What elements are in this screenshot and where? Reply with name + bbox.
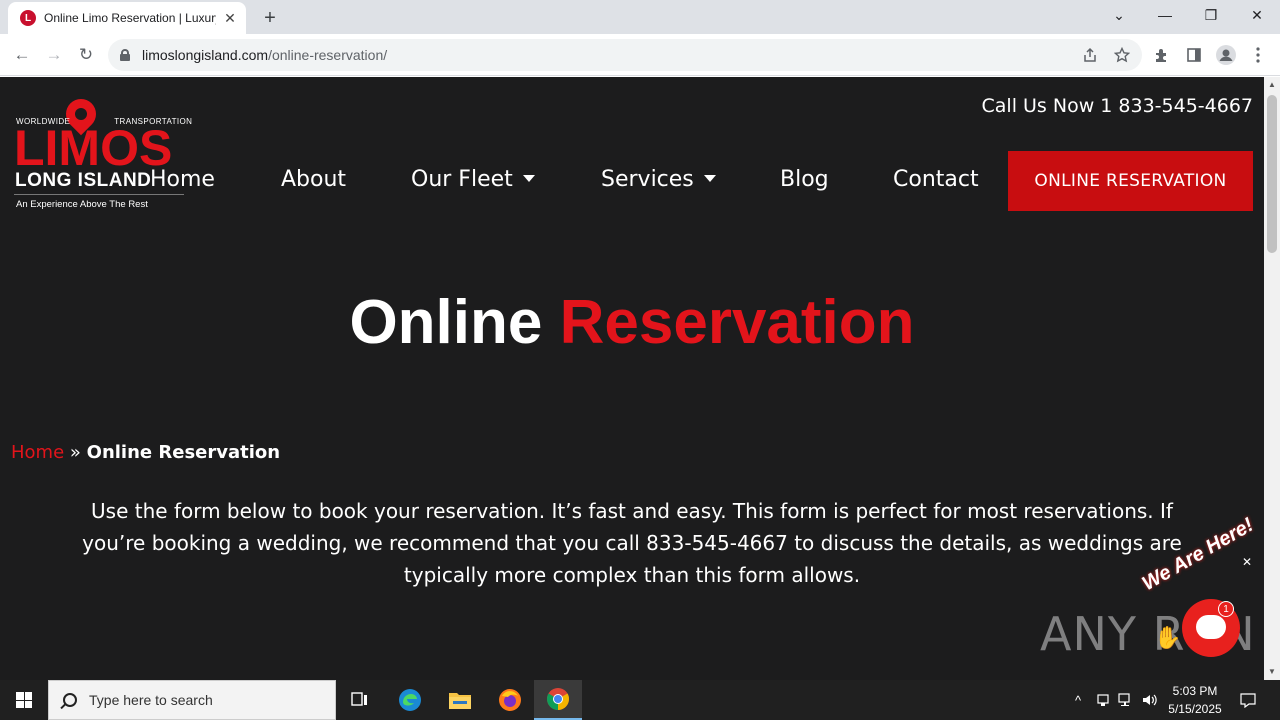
show-hidden-icons-icon[interactable]: ^ bbox=[1068, 680, 1088, 720]
breadcrumb-home-link[interactable]: Home bbox=[11, 442, 64, 463]
page-scrollbar[interactable]: ▲ ▼ bbox=[1264, 77, 1280, 680]
network-icon[interactable] bbox=[1116, 680, 1136, 720]
new-tab-button[interactable]: + bbox=[258, 6, 282, 30]
restore-button[interactable]: ❐ bbox=[1188, 0, 1234, 30]
extensions-icon[interactable] bbox=[1149, 42, 1175, 68]
close-tab-icon[interactable]: ✕ bbox=[222, 10, 238, 26]
bookmark-star-icon[interactable] bbox=[1112, 45, 1132, 65]
notifications-icon[interactable] bbox=[1236, 680, 1260, 720]
call-us-link[interactable]: Call Us Now 1 833-545-4667 bbox=[982, 95, 1254, 117]
side-panel-icon[interactable] bbox=[1181, 42, 1207, 68]
logo-main-text: LIMOS bbox=[14, 120, 173, 176]
web-page: WORLDWIDE TRANSPORTATION LIMOS LONG ISLAN… bbox=[0, 77, 1264, 680]
clock-time: 5:03 PM bbox=[1172, 684, 1218, 698]
scroll-down-icon[interactable]: ▼ bbox=[1268, 667, 1276, 676]
intro-paragraph: Use the form below to book your reservat… bbox=[82, 499, 1182, 587]
menu-kebab-icon[interactable] bbox=[1245, 42, 1271, 68]
minimize-button[interactable]: — bbox=[1142, 0, 1188, 30]
close-window-button[interactable]: ✕ bbox=[1234, 0, 1280, 30]
firefox-icon[interactable] bbox=[486, 680, 534, 720]
file-explorer-icon[interactable] bbox=[436, 680, 484, 720]
browser-toolbar: ← → ↻ limoslongisland.com/online-reserva… bbox=[0, 34, 1280, 76]
address-bar[interactable]: limoslongisland.com/online-reservation/ bbox=[108, 39, 1142, 71]
tab-title: Online Limo Reservation | Luxury bbox=[44, 11, 216, 25]
waving-hand-icon: ✋ bbox=[1154, 625, 1182, 650]
tab-search-button[interactable]: ⌄ bbox=[1096, 0, 1142, 30]
chevron-down-icon bbox=[703, 174, 716, 182]
windows-logo-icon bbox=[16, 692, 32, 708]
url-path: /online-reservation/ bbox=[268, 47, 388, 63]
taskbar-search[interactable]: Type here to search bbox=[48, 680, 336, 720]
clock-date: 5/15/2025 bbox=[1168, 702, 1222, 716]
windows-taskbar: Type here to search ^ 5:03 PM 5/15/2025 bbox=[0, 680, 1280, 720]
nav-blog[interactable]: Blog bbox=[780, 167, 829, 192]
nav-contact[interactable]: Contact bbox=[893, 167, 979, 192]
volume-icon[interactable] bbox=[1140, 680, 1160, 720]
profile-avatar-icon[interactable] bbox=[1213, 42, 1239, 68]
breadcrumb-current: Online Reservation bbox=[86, 442, 281, 463]
nav-services[interactable]: Services bbox=[601, 167, 716, 192]
browser-tab[interactable]: L Online Limo Reservation | Luxury ✕ bbox=[8, 2, 246, 34]
network-device-icon[interactable] bbox=[1093, 680, 1113, 720]
breadcrumb-separator: » bbox=[69, 442, 81, 463]
chat-close-icon[interactable]: ✕ bbox=[1242, 555, 1254, 569]
chat-widget[interactable]: We Are Here! ✕ 1 ✋ bbox=[1139, 514, 1260, 669]
online-reservation-button[interactable]: ONLINE RESERVATION bbox=[1008, 151, 1253, 211]
logo-tagline: An Experience Above The Rest bbox=[16, 199, 148, 210]
search-icon bbox=[63, 693, 77, 707]
search-placeholder: Type here to search bbox=[89, 692, 213, 708]
reload-button[interactable]: ↻ bbox=[73, 42, 99, 68]
back-button[interactable]: ← bbox=[9, 42, 35, 68]
lock-icon[interactable] bbox=[120, 49, 130, 61]
edge-icon[interactable] bbox=[386, 680, 434, 720]
breadcrumb: Home » Online Reservation bbox=[11, 442, 280, 463]
start-button[interactable] bbox=[0, 680, 48, 720]
logo-divider bbox=[14, 194, 184, 195]
chat-bubble-icon bbox=[1196, 615, 1226, 639]
chat-notification-badge: 1 bbox=[1218, 601, 1234, 617]
page-title: Online Reservation bbox=[349, 288, 915, 357]
chrome-icon[interactable] bbox=[534, 680, 582, 720]
system-clock[interactable]: 5:03 PM 5/15/2025 bbox=[1160, 682, 1230, 718]
nav-home[interactable]: Home bbox=[150, 167, 215, 192]
nav-our-fleet[interactable]: Our Fleet bbox=[411, 167, 535, 192]
task-view-icon[interactable] bbox=[336, 680, 384, 720]
chevron-down-icon bbox=[522, 174, 535, 182]
browser-tabstrip: L Online Limo Reservation | Luxury ✕ + ⌄… bbox=[0, 0, 1280, 34]
scroll-thumb[interactable] bbox=[1267, 95, 1277, 253]
share-icon[interactable] bbox=[1080, 45, 1100, 65]
favicon-icon: L bbox=[20, 10, 36, 26]
logo-sub-text: LONG ISLAND bbox=[15, 170, 152, 191]
url-host: limoslongisland.com bbox=[142, 47, 269, 63]
nav-about[interactable]: About bbox=[281, 167, 346, 192]
site-logo[interactable]: WORLDWIDE TRANSPORTATION LIMOS LONG ISLAN… bbox=[14, 92, 192, 215]
scroll-up-icon[interactable]: ▲ bbox=[1268, 80, 1276, 89]
forward-button[interactable]: → bbox=[41, 42, 67, 68]
